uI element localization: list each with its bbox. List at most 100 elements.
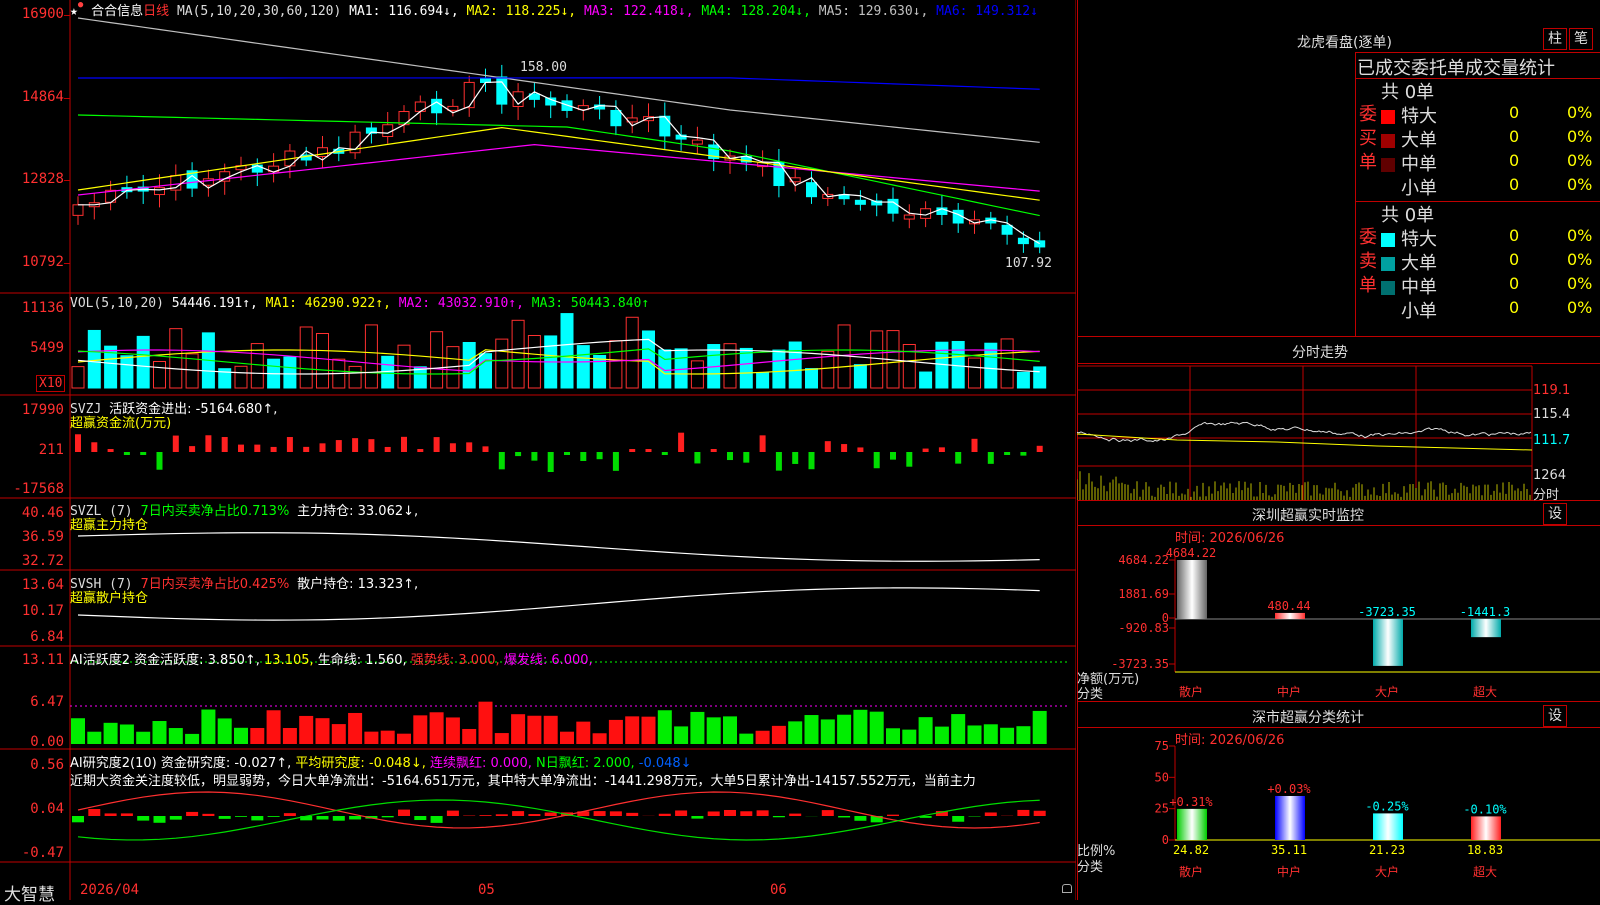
ma-value-3: MA3: 122.418↓, — [584, 4, 701, 19]
fund-flow-bar — [694, 452, 700, 463]
fund-flow-bar — [874, 452, 880, 468]
monitor-bar — [1471, 619, 1501, 637]
order-total: 共 0单 — [1381, 78, 1434, 104]
research-bar — [773, 816, 785, 817]
fund-flow-bar — [75, 434, 81, 452]
sz-category-title: 深市超赢分类统计 — [1252, 707, 1364, 727]
category-change-label: -0.25% — [1365, 799, 1409, 813]
volume-bar — [561, 314, 573, 388]
research-bar — [789, 814, 801, 816]
activity-bar — [527, 716, 541, 744]
volume-bar — [365, 325, 377, 388]
stock-name: 合合信息 — [91, 4, 143, 19]
fund-flow-bar — [776, 452, 782, 471]
activity-bar — [364, 732, 378, 744]
volume-bar — [610, 341, 622, 388]
activity-bar — [951, 714, 965, 744]
monitor-category-label: 散户 — [1179, 684, 1203, 699]
monitor-category-label: 中户 — [1277, 684, 1301, 699]
column-view-button[interactable]: 柱 — [1543, 28, 1567, 50]
sz-monitor-title: 深圳超赢实时监控 — [1252, 505, 1364, 525]
activity-bar — [332, 724, 346, 744]
volume-bar — [789, 342, 801, 388]
order-count: 0 — [1509, 127, 1519, 146]
candle-body — [660, 116, 670, 136]
main-holding-line — [78, 533, 1040, 562]
side-label: 委卖单 — [1359, 226, 1377, 298]
ma-line-5 — [78, 128, 1040, 201]
sz-category-settings-button[interactable]: 设 — [1543, 705, 1567, 727]
fund-flow-bar — [890, 452, 896, 460]
lock-icon[interactable] — [1062, 884, 1072, 893]
svsh-y-label: 6.84 — [0, 629, 64, 645]
fund-flow-bar — [173, 436, 179, 452]
order-count: 0 — [1509, 226, 1519, 245]
research-bar — [137, 816, 149, 821]
fund-flow-bar — [499, 452, 505, 469]
research-bar — [496, 814, 508, 816]
intraday-chart[interactable] — [1077, 364, 1600, 500]
fund-flow-bar — [483, 446, 489, 452]
research-bar — [757, 810, 769, 816]
order-size-name: 小单 — [1401, 301, 1437, 322]
candle-body — [497, 77, 507, 104]
research-bar — [431, 816, 443, 823]
category-value-label: 24.82 — [1173, 843, 1209, 857]
candle-body — [318, 148, 328, 157]
order-size-name: 大单 — [1401, 130, 1437, 151]
activity-bar — [413, 715, 427, 744]
category-change-label: +0.03% — [1267, 782, 1311, 796]
svzl-y-label: 36.59 — [0, 529, 64, 545]
fund-flow-bar — [646, 449, 652, 452]
intraday-price-line — [1077, 422, 1531, 441]
main-chart-area[interactable]: ★● 合合信息日线 MA(5,10,20,30,60,120) MA1: 116… — [0, 0, 1076, 900]
category-bar — [1373, 813, 1403, 840]
activity-bar — [805, 715, 819, 744]
candle-body — [383, 125, 393, 137]
fund-flow-bar — [385, 447, 391, 452]
research-bar — [512, 811, 524, 816]
category-bar — [1275, 796, 1305, 840]
date-label-3: 06 — [770, 882, 787, 898]
brand-label[interactable]: 大智慧 — [4, 880, 55, 905]
sz-monitor-axis-label2: 分类 — [1077, 683, 1103, 702]
order-size-name: 中单 — [1401, 277, 1437, 298]
star-icon[interactable]: ★ — [70, 4, 78, 19]
tick-view-button[interactable]: 笔 — [1569, 28, 1593, 50]
sz-monitor-settings-button[interactable]: 设 — [1543, 503, 1567, 525]
activity-bar — [821, 719, 835, 744]
research-bar — [268, 816, 280, 817]
monitor-bar — [1373, 619, 1403, 666]
research-bar — [854, 816, 866, 821]
ai-activity-y-label: 0.00 — [0, 734, 64, 750]
fund-flow-bar — [923, 449, 929, 452]
activity-bar — [870, 712, 884, 744]
svzl-y-label: 40.46 — [0, 505, 64, 521]
color-swatch — [1381, 182, 1395, 196]
fund-flow-bar — [792, 452, 798, 464]
activity-bar — [283, 728, 297, 744]
research-bar — [382, 816, 394, 817]
fund-flow-bar — [841, 444, 847, 452]
activity-bar — [120, 724, 134, 744]
order-percent: 0% — [1567, 274, 1592, 293]
fund-flow-bar — [336, 440, 342, 452]
fund-flow-bar — [287, 437, 293, 452]
svzj-y-label: 17990 — [0, 402, 64, 418]
category-value-label: 35.11 — [1271, 843, 1307, 857]
order-row: 大单 — [1381, 126, 1437, 152]
research-bar — [219, 816, 231, 819]
svzj-y-label: 211 — [0, 442, 64, 458]
order-percent: 0% — [1567, 175, 1592, 194]
candle-body — [611, 110, 621, 125]
monitor-y-label: 4684.22 — [1118, 553, 1169, 567]
candle-body — [1018, 238, 1028, 243]
color-swatch — [1381, 233, 1395, 247]
fund-flow-bar — [124, 452, 130, 455]
order-size-name: 小单 — [1401, 178, 1437, 199]
period-label[interactable]: 日线 — [143, 4, 169, 19]
volume-bar — [88, 330, 100, 388]
order-size-name: 大单 — [1401, 253, 1437, 274]
research-bar — [822, 810, 834, 816]
ma-value-6: MA6: 149.312↓ — [936, 4, 1038, 19]
